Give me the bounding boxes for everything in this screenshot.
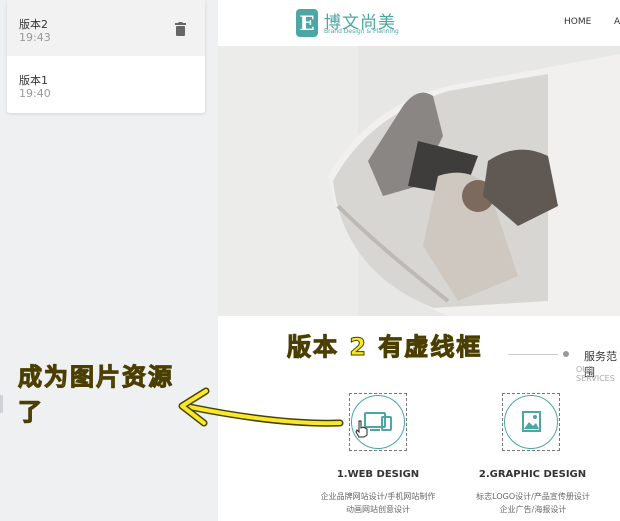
annotation-arrow-icon [178,387,344,427]
version-list: 版本2 19:43 版本1 19:40 [7,0,205,113]
hand-cursor-icon [355,420,368,438]
service-desc-line2: 动画网站创意设计 [346,505,410,514]
nav-home-link[interactable]: HOME [564,17,591,27]
version-time: 19:43 [19,31,51,44]
logo-tagline: Brand Design & Planning [324,28,399,35]
banner-image [218,46,620,316]
service-name: 1.WEB DESIGN [336,469,420,480]
version-item-2[interactable]: 版本2 19:43 [7,0,205,56]
magazine-photo [218,46,620,316]
image-icon [522,411,541,432]
service-desc-line1: 企业品牌网站设计/手机网站制作 [320,492,436,501]
service-desc-line2: 企业广告/海报设计 [499,505,567,514]
services-subtitle: OUR SERVICES [576,365,615,383]
service-name: 2.GRAPHIC DESIGN [478,469,587,480]
version-item-1[interactable]: 版本1 19:40 [7,56,205,112]
version-time: 19:40 [19,87,51,100]
version-name: 版本1 [19,74,48,87]
annotation-left-line1: 成为图片资源 [18,363,174,392]
service-desc-line1: 标志LOGO设计/产品宣传册设计 [476,492,590,501]
panel-edge-marker [0,395,3,413]
annotation-top: 版本 2 有虚线框 [286,333,483,362]
divider-dot [563,351,569,357]
version-name: 版本2 [19,18,48,31]
logo-mark: E [296,9,318,37]
version-panel: 版本2 19:43 版本1 19:40 [0,0,218,521]
nav-next-link[interactable]: A [614,17,620,27]
site-preview: E 博文尚美 Brand Design & Planning HOME A 服务 [218,0,620,521]
graphic-design-icon-circle [504,395,558,449]
web-design-icon-frame[interactable] [349,393,407,451]
divider-line [508,354,558,355]
site-nav: E 博文尚美 Brand Design & Planning HOME A [218,0,620,46]
graphic-design-icon-frame[interactable] [502,393,560,451]
trash-icon[interactable] [175,22,186,36]
annotation-left-line2: 了 [18,398,43,427]
